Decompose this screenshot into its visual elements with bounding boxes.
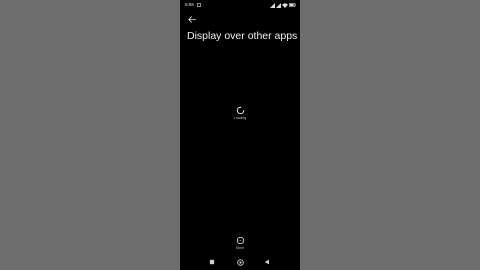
back-icon [264,259,269,265]
page-title: Display over other apps [187,30,298,42]
loading-spinner-icon [236,106,244,115]
status-icons [270,2,296,8]
nav-back-button[interactable] [263,258,271,266]
home-icon [236,258,244,266]
loading-label: Loading [233,116,247,120]
phone-screen: 5:59 Display over other apps Loading Mor… [180,0,300,270]
arrow-left-icon [188,15,196,23]
signal-icon [276,2,281,8]
signal-icon [270,2,275,8]
nav-recents-button[interactable] [208,258,216,266]
status-bar: 5:59 [180,2,300,10]
more-icon [236,236,244,245]
nav-home-button[interactable] [236,258,244,266]
wifi-icon [282,2,288,8]
notification-icon [197,3,201,7]
navigation-bar [180,258,300,266]
video-frame: 5:59 Display over other apps Loading Mor… [0,0,480,270]
status-time: 5:59 [185,2,194,7]
back-button[interactable] [186,13,198,25]
battery-icon [289,3,296,7]
more-button[interactable]: More [180,236,300,251]
loading-indicator: Loading [180,106,300,121]
recents-icon [209,259,215,265]
more-label: More [236,246,244,250]
